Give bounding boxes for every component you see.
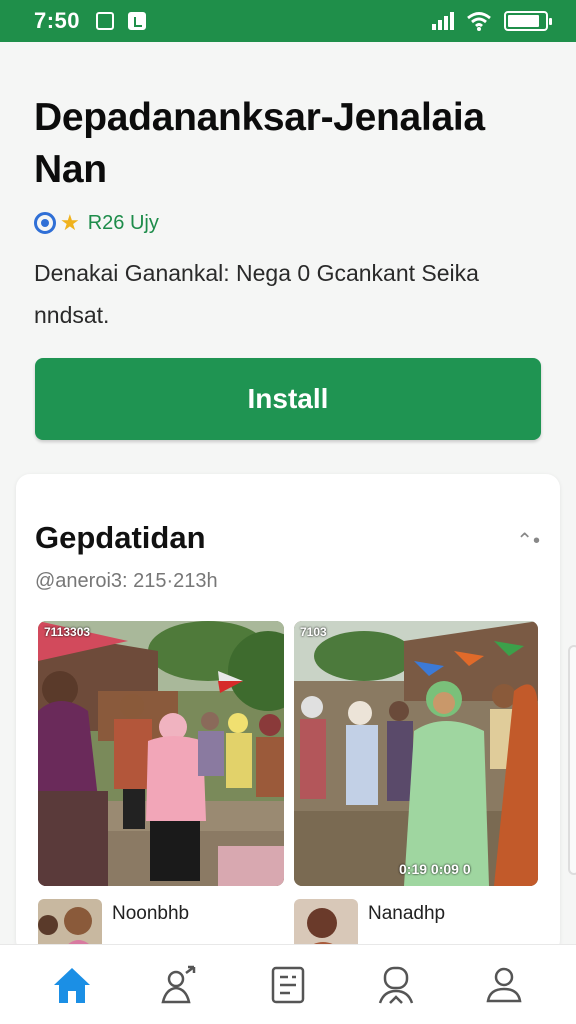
rating-row: ★ R26 Ujy <box>34 210 544 236</box>
battery-icon <box>504 11 552 31</box>
nav-community[interactable] <box>366 955 426 1015</box>
card-title: Gepdatidan <box>35 520 206 555</box>
list-icon <box>271 966 305 1003</box>
app-title: Depadananksar-Jenalaia Nan <box>34 96 485 191</box>
status-time: 7:50 <box>34 8 81 33</box>
signal-icon <box>432 12 454 30</box>
nav-home[interactable] <box>42 955 102 1015</box>
notification-icon <box>96 12 115 30</box>
install-button[interactable]: Install <box>35 358 541 440</box>
star-icon: ★ <box>60 210 80 235</box>
community-photo-1[interactable]: 7113303 <box>38 621 284 886</box>
home-icon <box>54 967 90 1003</box>
status-bar: 7:50 <box>0 0 576 42</box>
list-item-label: Nanadhp <box>368 903 446 924</box>
app-description: Denakai Ganankal: Nega 0 Gcankant Seika … <box>34 260 479 328</box>
photo-1-tag: 7113303 <box>44 625 91 639</box>
wifi-icon <box>467 12 491 31</box>
profile-group-icon <box>378 966 414 1004</box>
photo-2-tag: 7103 <box>300 625 327 639</box>
collapse-chevron-icon[interactable]: ⌃• <box>516 528 540 553</box>
bottom-nav <box>0 944 576 1024</box>
image-icon <box>128 12 147 30</box>
scroll-indicator[interactable] <box>568 645 576 875</box>
update-card: Gepdatidan ⌃• @aneroi3: 215·213h 7113303… <box>16 474 560 954</box>
community-photo-2[interactable]: 7103 0:19 0:09 0 <box>294 621 538 886</box>
people-icon <box>161 965 196 1003</box>
rating-text: R26 Ujy <box>87 211 159 234</box>
profile-icon <box>486 967 522 1002</box>
nav-people[interactable] <box>150 955 210 1015</box>
app-header: Depadananksar-Jenalaia Nan ★ R26 Ujy Den… <box>34 92 544 336</box>
nav-profile[interactable] <box>474 955 534 1015</box>
verified-badge-icon <box>34 212 56 234</box>
card-meta: @aneroi3: 215·213h <box>35 570 218 592</box>
nav-list[interactable] <box>258 955 318 1015</box>
photo-2-caption: 0:19 0:09 0 <box>399 861 471 877</box>
list-item-label: Noonbhb <box>112 903 190 924</box>
battery-fill <box>508 15 539 27</box>
